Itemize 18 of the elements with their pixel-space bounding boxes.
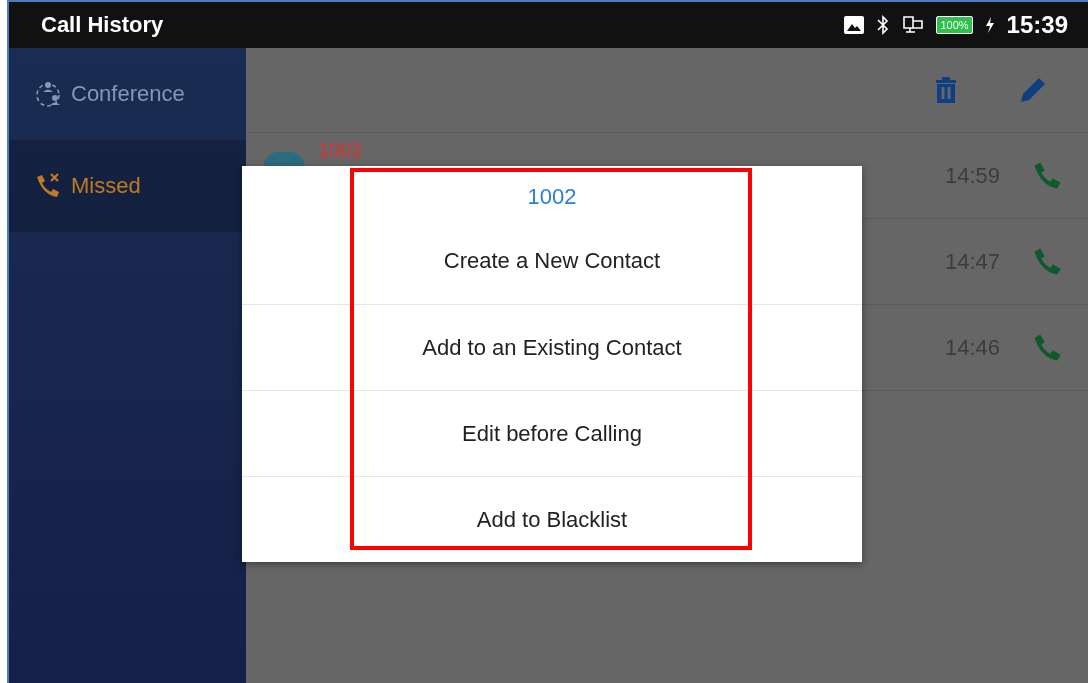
image-icon xyxy=(844,16,865,34)
sidebar-item[interactable]: Missed xyxy=(9,140,246,232)
charging-icon xyxy=(984,17,995,33)
delete-icon[interactable] xyxy=(934,76,958,104)
menu-option[interactable]: Add to Blacklist xyxy=(242,476,862,562)
menu-option[interactable]: Add to an Existing Contact xyxy=(242,304,862,390)
sidebar-item[interactable]: Conference xyxy=(9,48,246,140)
battery-indicator: 100% xyxy=(936,16,973,34)
screen-title: Call History xyxy=(41,12,164,38)
caller-number: 1002 xyxy=(318,139,363,161)
bluetooth-icon xyxy=(876,15,891,35)
dialog-title: 1002 xyxy=(526,183,578,211)
clock-time: 15:39 xyxy=(1006,11,1068,39)
network-icon xyxy=(902,15,925,35)
menu-option[interactable]: Create a New Contact xyxy=(242,218,862,304)
edit-icon[interactable] xyxy=(1018,75,1048,105)
people-icon xyxy=(33,79,63,109)
menu-option[interactable]: Edit before Calling xyxy=(242,390,862,476)
